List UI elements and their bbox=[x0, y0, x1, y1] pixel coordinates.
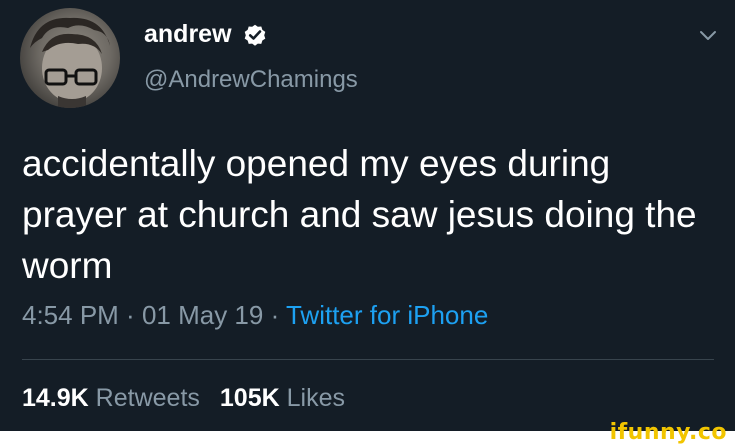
watermark-logo: ifunny.co bbox=[609, 420, 727, 445]
likes-count: 105K bbox=[219, 384, 280, 412]
verified-badge-icon bbox=[244, 24, 265, 46]
tweet-text: accidentally opened my eyes during praye… bbox=[22, 143, 697, 286]
retweets-count: 14.9K bbox=[22, 384, 89, 412]
author-name-row: andrew bbox=[144, 20, 268, 49]
meta-separator: · bbox=[263, 300, 286, 330]
avatar-photo bbox=[30, 17, 110, 108]
likes-label: Likes bbox=[286, 384, 345, 412]
chevron-down-icon[interactable] bbox=[697, 24, 719, 46]
meta-separator: · bbox=[118, 300, 142, 330]
tweet-stats: 14.9K Retweets 105K Likes bbox=[22, 384, 345, 413]
avatar[interactable] bbox=[20, 8, 120, 108]
divider bbox=[22, 359, 714, 360]
retweets-label: Retweets bbox=[95, 384, 200, 412]
author-display-name[interactable]: andrew bbox=[144, 20, 232, 49]
tweet-time: 4:54 PM bbox=[22, 300, 119, 330]
likes-stat[interactable]: 105K Likes bbox=[220, 384, 345, 412]
tweet-card: andrew @AndrewChamings accidentally open… bbox=[0, 0, 735, 447]
tweet-source-link[interactable]: Twitter for iPhone bbox=[286, 300, 488, 330]
tweet-date: 01 May 19 bbox=[141, 300, 264, 330]
tweet-meta: 4:54 PM · 01 May 19 · Twitter for iPhone bbox=[22, 300, 488, 331]
author-handle[interactable]: @AndrewChamings bbox=[144, 66, 358, 94]
retweets-stat[interactable]: 14.9K Retweets bbox=[22, 384, 200, 412]
